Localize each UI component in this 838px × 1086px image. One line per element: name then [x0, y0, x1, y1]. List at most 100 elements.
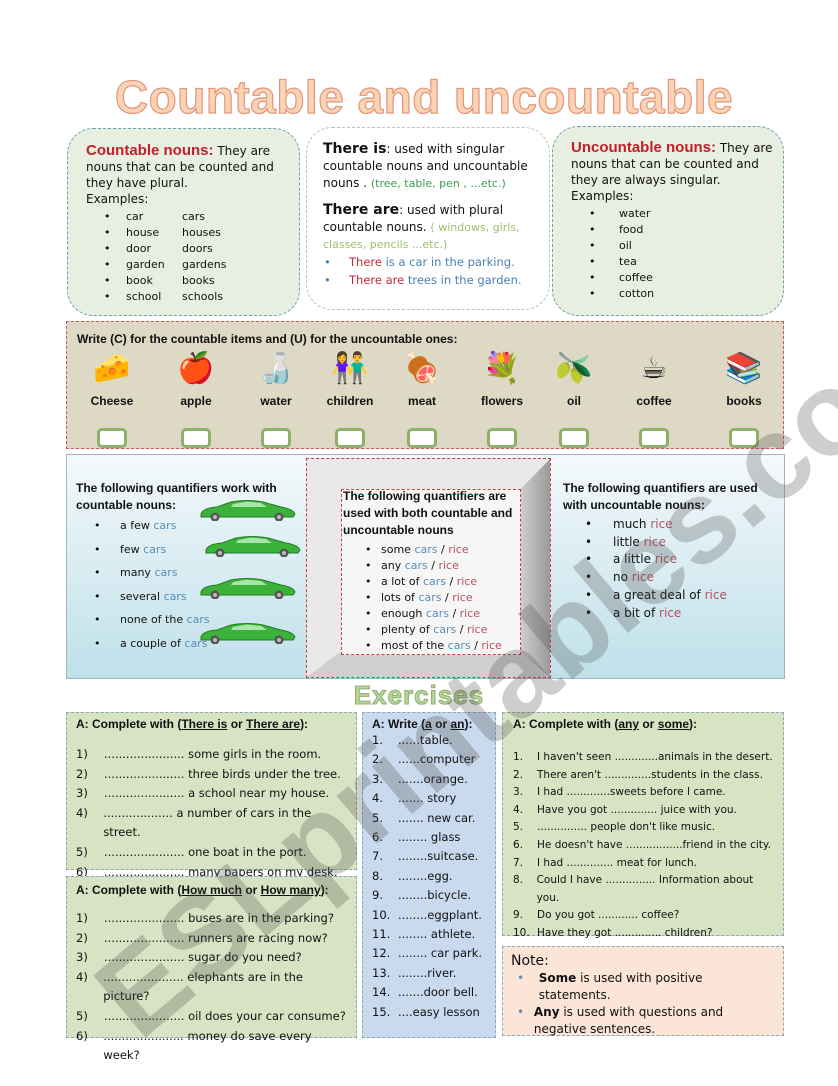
answer-box[interactable] — [335, 428, 365, 448]
exercise-item: 3. I had .............sweets before I cam… — [513, 784, 775, 802]
item-text: ...................... buses are in the … — [104, 909, 334, 929]
picture-item: 💐 flowers — [465, 348, 539, 409]
item-number: 11. — [372, 927, 391, 942]
uncountable-quantifiers: The following quantifiers are used with … — [563, 480, 778, 622]
bullet: • — [365, 607, 372, 620]
quantifier: few — [120, 542, 144, 556]
item-sentence: ........ car park. — [398, 946, 483, 961]
item-text: ...................... a school near my … — [104, 784, 329, 804]
children-icon: 👫 — [331, 350, 369, 386]
answer-blank[interactable]: ...................... — [104, 1009, 188, 1023]
item-sentence: buses are in the parking? — [188, 911, 334, 925]
answer-blank[interactable]: ...................... — [104, 911, 188, 925]
quantifier: many — [120, 566, 155, 579]
bullet: • — [589, 287, 596, 300]
answer-blank[interactable]: ................... — [103, 806, 176, 820]
noun-rice: rice — [456, 575, 478, 588]
bullet: • — [94, 519, 101, 532]
item-number: 10. — [372, 907, 391, 922]
answer-blank[interactable]: ...................... — [104, 931, 188, 945]
answer-box[interactable] — [407, 428, 437, 448]
quantifier: a few — [120, 519, 154, 532]
item-text: ............... people don't like music. — [537, 819, 715, 837]
noun-cars: cars — [418, 591, 445, 604]
item-text: ...................... runners are racin… — [104, 929, 328, 949]
item-number: 3. — [372, 771, 383, 786]
item-number: 5. — [513, 821, 524, 834]
item-number: 8. — [372, 868, 383, 883]
coffee-icon: ☕ — [640, 350, 668, 386]
bullet: • — [324, 273, 331, 287]
item-sentence: ........ athlete. — [398, 927, 476, 942]
both-quantifiers: The following quantifiers are used with … — [343, 488, 523, 654]
example-item: • oil — [571, 238, 773, 254]
item-sentence: ............... people don't like music. — [537, 821, 716, 834]
example-item: • food — [571, 222, 773, 238]
answer-box[interactable] — [729, 428, 759, 448]
plural-noun: houses — [182, 226, 221, 239]
exercise-item: 4. Have you got .............. juice with… — [513, 802, 775, 820]
answer-blank[interactable]: ...................... — [103, 1029, 187, 1043]
item-text: ...................... some girls in the… — [104, 745, 321, 765]
answer-blank[interactable]: ...................... — [103, 970, 187, 984]
flowers-icon: 💐 — [483, 350, 521, 386]
noun-rice: rice — [631, 570, 655, 585]
exercise-item: 1. ......table. — [372, 731, 489, 750]
answer-blank[interactable]: ...................... — [104, 747, 188, 761]
answer-box[interactable] — [487, 428, 517, 448]
countable-nouns-card: Countable nouns: They are nouns that can… — [67, 128, 300, 316]
example-pair: • garden gardens — [86, 257, 285, 273]
item-sentence: I haven't seen .............animals in t… — [537, 751, 773, 763]
exercise-item: 1)...................... buses are in th… — [76, 909, 346, 929]
quantifier-item: • a great deal of rice — [563, 587, 778, 605]
item-text: ........ car park. — [398, 944, 482, 963]
noun-rice: rice — [438, 559, 459, 572]
exercise-item: 14. .......door bell. — [372, 983, 489, 1002]
item-sentence: ........ glass — [398, 830, 461, 845]
plural-noun: books — [182, 274, 215, 287]
quantifier-text: lots of cars / rice — [381, 590, 473, 606]
item-text: ...................... sugar do you need… — [104, 948, 302, 968]
quantifier: no — [613, 570, 632, 585]
exercise-item: 6. He doesn't have .................frien… — [513, 837, 775, 855]
answer-blank[interactable]: ...................... — [104, 845, 188, 859]
sentence-there: There — [349, 273, 386, 287]
quantifier-text: no rice — [613, 569, 654, 587]
exercise-item: 3)...................... sugar do you ne… — [76, 948, 346, 968]
item-text: ........river. — [398, 964, 456, 983]
quantifier: most of the — [381, 639, 448, 652]
bullet: • — [365, 575, 372, 588]
exercise-item: 6) ...................... money do save e… — [76, 1027, 346, 1066]
noun-rice: rice — [452, 591, 473, 604]
answer-box[interactable] — [261, 428, 291, 448]
answer-box[interactable] — [639, 428, 669, 448]
exercise-item: 5)...................... oil does your c… — [76, 1007, 346, 1027]
answer-box[interactable] — [97, 428, 127, 448]
item-sentence: .......door bell. — [398, 985, 478, 1000]
picture-item: 🧀 Cheese — [75, 348, 149, 409]
bullet: • — [585, 570, 593, 585]
separator: / — [449, 575, 457, 588]
item-sentence: ....easy lesson — [398, 1004, 480, 1019]
answer-blank[interactable]: ...................... — [104, 786, 188, 800]
item-number: 3. — [513, 786, 524, 799]
answer-box[interactable] — [181, 428, 211, 448]
item-number: 7. — [372, 849, 383, 864]
answer-blank[interactable]: ...................... — [104, 950, 188, 964]
example-item: • tea — [571, 254, 773, 270]
answer-blank[interactable]: ...................... — [104, 767, 188, 781]
quantifier-text: any cars / rice — [381, 558, 459, 574]
bullet: • — [104, 242, 111, 255]
example-noun: water — [619, 207, 651, 220]
bullet: • — [94, 613, 101, 626]
note-title: Note: — [511, 953, 549, 969]
bullet: • — [589, 223, 596, 236]
car-icon — [197, 577, 297, 600]
item-number: 1) — [76, 911, 88, 925]
quantifier: enough — [381, 607, 426, 620]
item-number: 10. — [513, 926, 530, 939]
item-text: Have you got .............. juice with y… — [537, 802, 737, 820]
item-sentence: Do you got ............ coffee? — [537, 909, 680, 922]
answer-box[interactable] — [559, 428, 589, 448]
picture-label: children — [326, 394, 374, 408]
